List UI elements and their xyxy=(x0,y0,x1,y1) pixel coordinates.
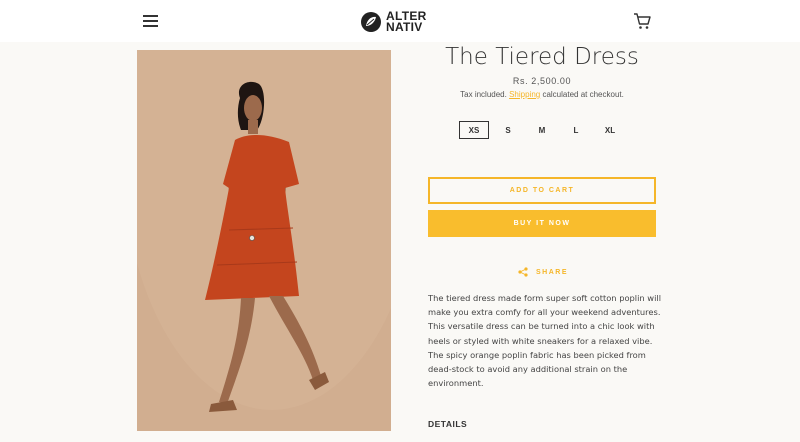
share-button[interactable]: SHARE xyxy=(518,267,568,277)
details-heading[interactable]: DETAILS xyxy=(428,419,467,429)
product-description: The tiered dress made form super soft co… xyxy=(428,293,662,389)
size-option-xs[interactable]: XS xyxy=(459,121,489,139)
product-price: Rs. 2,500.00 xyxy=(512,76,572,86)
site-header: ALTER NATIV xyxy=(0,0,800,42)
size-option-m[interactable]: M xyxy=(527,121,557,139)
hamburger-menu-icon[interactable] xyxy=(143,14,158,27)
shipping-link[interactable]: Shipping xyxy=(509,90,540,99)
size-option-s[interactable]: S xyxy=(493,121,523,139)
tax-prefix: Tax included. xyxy=(460,90,507,99)
buy-it-now-button[interactable]: BUY IT NOW xyxy=(428,210,656,237)
leaf-logo-icon xyxy=(361,12,381,32)
product-title: The Tiered Dress xyxy=(445,44,639,70)
share-icon xyxy=(518,267,528,277)
add-to-cart-button[interactable]: ADD TO CART xyxy=(428,177,656,204)
share-label: SHARE xyxy=(536,268,569,276)
size-option-xl[interactable]: XL xyxy=(595,121,625,139)
product-image[interactable] xyxy=(137,50,391,431)
size-option-l[interactable]: L xyxy=(561,121,591,139)
site-logo[interactable]: ALTER NATIV xyxy=(360,8,442,36)
logo-text-line2: NATIV xyxy=(386,20,423,34)
model-in-dress-illustration xyxy=(137,50,391,412)
tax-suffix: calculated at checkout. xyxy=(542,90,624,99)
size-selector: XS S M L XL xyxy=(459,121,625,139)
cart-icon[interactable] xyxy=(632,11,652,31)
tax-note: Tax included. Shipping calculated at che… xyxy=(428,90,656,99)
